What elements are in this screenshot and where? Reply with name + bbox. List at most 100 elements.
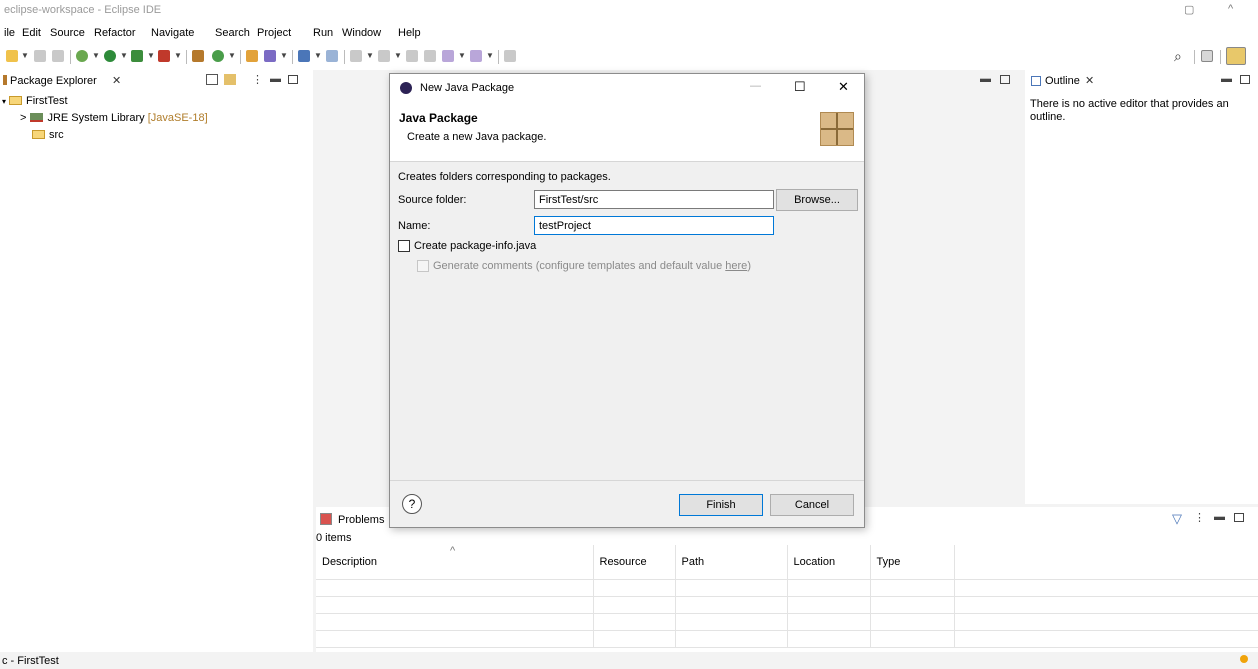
- menu-window[interactable]: Window: [342, 27, 381, 39]
- search-tool-icon[interactable]: [264, 50, 276, 62]
- minimize-icon[interactable]: ▬: [1214, 511, 1225, 523]
- eclipse-icon: [400, 82, 412, 94]
- minimize-icon[interactable]: —: [750, 80, 761, 92]
- source-folder-input[interactable]: FirstTest/src: [534, 190, 774, 209]
- package-explorer-tab[interactable]: Package Explorer: [10, 75, 97, 87]
- generate-comments-checkbox[interactable]: [417, 260, 429, 272]
- caret-icon[interactable]: ^: [1228, 3, 1233, 15]
- close-icon[interactable]: ✕: [838, 79, 849, 95]
- dropdown-arrow-icon[interactable]: ▼: [21, 51, 29, 60]
- dropdown-arrow-icon[interactable]: ▼: [486, 51, 494, 60]
- minimize-icon[interactable]: ▬: [1221, 73, 1232, 85]
- dialog-subheading: Create a new Java package.: [407, 131, 547, 143]
- menu-file[interactable]: ile: [4, 27, 15, 39]
- dropdown-arrow-icon[interactable]: ▼: [92, 51, 100, 60]
- maximize-icon[interactable]: [1000, 75, 1010, 84]
- external-tools-icon[interactable]: [158, 50, 170, 62]
- link-with-editor-icon[interactable]: [224, 74, 236, 85]
- dropdown-arrow-icon[interactable]: ▼: [280, 51, 288, 60]
- tree-item-jre-library[interactable]: > JRE System Library [JavaSE-18]: [20, 112, 208, 124]
- maximize-icon[interactable]: ☐: [794, 79, 806, 95]
- column-type[interactable]: Type: [870, 545, 955, 580]
- status-indicator-icon: [1240, 655, 1248, 663]
- maximize-icon[interactable]: [1234, 513, 1244, 522]
- close-icon[interactable]: ✕: [1085, 74, 1094, 87]
- column-description[interactable]: Description ^: [316, 545, 594, 580]
- collapse-all-icon[interactable]: [206, 74, 218, 85]
- back-icon[interactable]: [442, 50, 454, 62]
- menu-help[interactable]: Help: [398, 27, 421, 39]
- tree-item-src[interactable]: src: [32, 129, 64, 141]
- view-menu-icon[interactable]: ⋮: [252, 73, 263, 86]
- dialog-title: New Java Package: [420, 82, 515, 94]
- run-icon[interactable]: [104, 50, 116, 62]
- dropdown-arrow-icon[interactable]: ▼: [394, 51, 402, 60]
- save-icon[interactable]: [34, 50, 46, 62]
- outline-tab[interactable]: Outline: [1045, 75, 1080, 87]
- forward-icon[interactable]: [470, 50, 482, 62]
- problems-tab[interactable]: Problems: [338, 514, 384, 526]
- status-bar: c - FirstTest: [0, 652, 1258, 669]
- generate-comments-text: Generate comments (configure templates a…: [433, 260, 751, 272]
- search-icon[interactable]: ⌕: [1174, 48, 1182, 65]
- dropdown-arrow-icon[interactable]: ▼: [174, 51, 182, 60]
- column-location[interactable]: Location: [787, 545, 871, 580]
- forward-edit-icon[interactable]: [424, 50, 436, 62]
- maximize-icon[interactable]: [1240, 75, 1250, 84]
- maximize-icon[interactable]: [288, 75, 298, 84]
- help-icon[interactable]: ?: [402, 494, 422, 514]
- minimize-icon[interactable]: ▬: [270, 73, 281, 85]
- new-class-icon[interactable]: [212, 50, 224, 62]
- debug-icon[interactable]: [76, 50, 88, 62]
- minimize-icon[interactable]: ▬: [980, 73, 991, 85]
- dropdown-arrow-icon[interactable]: ▼: [228, 51, 236, 60]
- menu-project[interactable]: Project: [257, 27, 291, 39]
- tree-item-firsttest[interactable]: ▾ FirstTest: [2, 95, 68, 107]
- view-menu-icon[interactable]: ⋮: [1194, 511, 1205, 524]
- new-icon[interactable]: [6, 50, 18, 62]
- dropdown-arrow-icon[interactable]: ▼: [147, 51, 155, 60]
- toolbar-separator: [186, 50, 187, 64]
- close-icon[interactable]: ✕: [112, 74, 121, 87]
- dialog-divider: [390, 480, 864, 481]
- dropdown-arrow-icon[interactable]: ▼: [120, 51, 128, 60]
- toolbar-separator: [240, 50, 241, 64]
- problems-count: 0 items: [316, 532, 352, 544]
- next-annotation-icon[interactable]: [350, 50, 362, 62]
- expand-arrow-icon[interactable]: ▾: [2, 97, 6, 106]
- open-type-icon[interactable]: [246, 50, 258, 62]
- restore-icon[interactable]: ▢: [1184, 3, 1194, 16]
- coverage-icon[interactable]: [131, 50, 143, 62]
- expand-arrow-icon[interactable]: >: [20, 112, 26, 124]
- mark-occurrences-icon[interactable]: [326, 50, 338, 62]
- open-perspective-icon[interactable]: [1201, 50, 1213, 62]
- package-ribbon: [821, 128, 853, 130]
- browse-button[interactable]: Browse...: [776, 189, 858, 211]
- name-input[interactable]: testProject: [534, 216, 774, 235]
- java-perspective-icon[interactable]: [1226, 47, 1246, 65]
- prev-annotation-icon[interactable]: [378, 50, 390, 62]
- column-resource[interactable]: Resource: [593, 545, 676, 580]
- menu-navigate[interactable]: Navigate: [151, 27, 194, 39]
- menu-search[interactable]: Search: [215, 27, 250, 39]
- menu-source[interactable]: Source: [50, 27, 85, 39]
- filter-icon[interactable]: ▽: [1172, 511, 1182, 527]
- menu-run[interactable]: Run: [313, 27, 333, 39]
- dropdown-arrow-icon[interactable]: ▼: [458, 51, 466, 60]
- column-path[interactable]: Path: [675, 545, 788, 580]
- create-package-info-checkbox[interactable]: [398, 240, 410, 252]
- cancel-button[interactable]: Cancel: [770, 494, 854, 516]
- window-titlebar: eclipse-workspace - Eclipse IDE ▢ ^: [0, 0, 1258, 22]
- menu-refactor[interactable]: Refactor: [94, 27, 136, 39]
- dropdown-arrow-icon[interactable]: ▼: [366, 51, 374, 60]
- finish-button[interactable]: Finish: [679, 494, 763, 516]
- last-edit-icon[interactable]: [406, 50, 418, 62]
- new-java-project-icon[interactable]: [192, 50, 204, 62]
- here-link[interactable]: here: [725, 260, 747, 272]
- main-toolbar: ▼ ▼ ▼ ▼ ▼ ▼ ▼ ▼ ▼ ▼ ▼ ▼ ⌕: [0, 44, 1258, 70]
- save-all-icon[interactable]: [52, 50, 64, 62]
- dropdown-arrow-icon[interactable]: ▼: [314, 51, 322, 60]
- menu-edit[interactable]: Edit: [22, 27, 41, 39]
- pin-editor-icon[interactable]: [504, 50, 516, 62]
- toggle-comment-icon[interactable]: [298, 50, 310, 62]
